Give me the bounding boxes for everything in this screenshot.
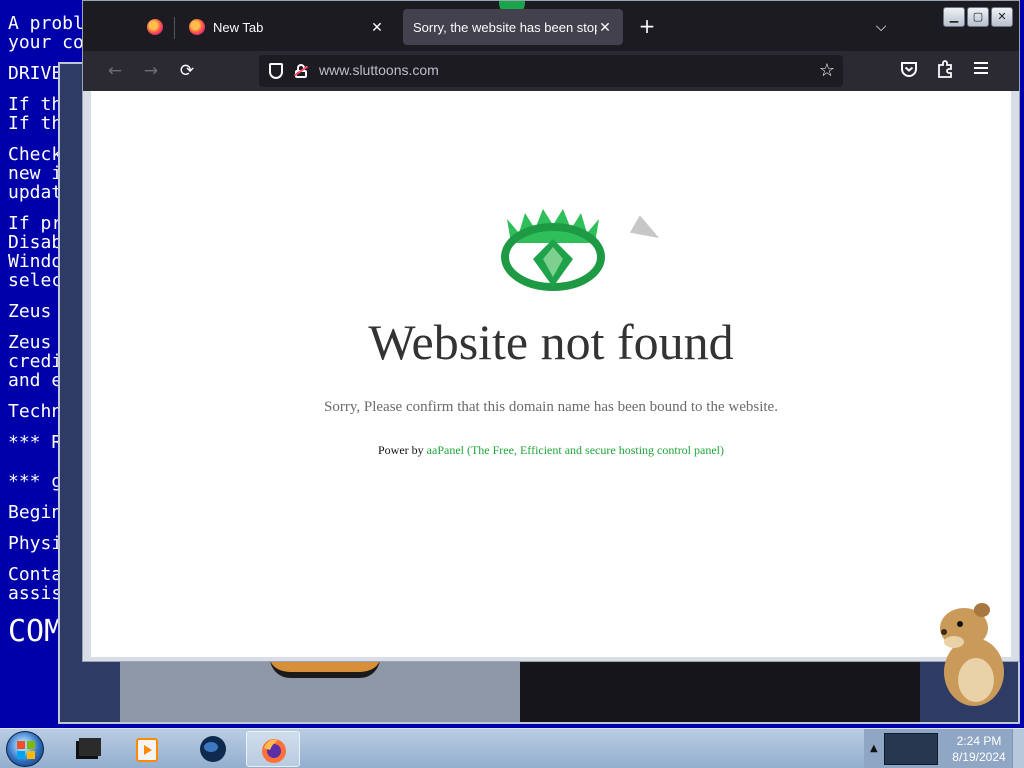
taskbar-app-media-player[interactable] — [120, 731, 174, 767]
tab-separator — [174, 17, 175, 39]
menu-icon[interactable] — [969, 59, 993, 83]
globe-icon — [200, 736, 226, 762]
tab-title: New Tab — [213, 19, 264, 35]
taskbar-app-terminal[interactable] — [60, 731, 114, 767]
new-tab-button[interactable]: + — [635, 15, 659, 39]
page-title: Website not found — [368, 314, 734, 370]
reload-button[interactable]: ⟳ — [175, 59, 199, 83]
tab-close-icon[interactable]: ✕ — [597, 19, 613, 36]
minimize-button[interactable]: ▁ — [943, 7, 965, 27]
show-desktop-button[interactable] — [1012, 729, 1024, 768]
forward-button[interactable]: → — [139, 59, 163, 83]
back-button[interactable]: ← — [103, 59, 127, 83]
firefox-window[interactable]: New Tab ✕ Sorry, the website has been st… — [82, 0, 1020, 662]
taskbar-app-globe[interactable] — [186, 731, 240, 767]
show-hidden-icons-icon[interactable]: ▲ — [870, 743, 878, 754]
nav-toolbar: ← → ⟳ www.sluttoons.com ☆ — [83, 51, 1019, 91]
mouse-cursor-icon — [629, 215, 665, 247]
extensions-icon[interactable] — [933, 59, 957, 83]
tab-close-icon[interactable]: ✕ — [369, 19, 385, 36]
close-window-button[interactable]: ✕ — [991, 7, 1013, 27]
tab-title: Sorry, the website has been stopped — [413, 19, 597, 35]
clock[interactable]: 2:24 PM 8/19/2024 — [944, 733, 1014, 765]
maximize-button[interactable]: ▢ — [967, 7, 989, 27]
clock-date: 8/19/2024 — [952, 750, 1006, 764]
pocket-icon[interactable] — [897, 59, 921, 83]
page-content: Website not found Sorry, Please confirm … — [91, 91, 1011, 657]
bookmark-star-icon[interactable]: ☆ — [819, 60, 835, 81]
list-all-tabs-button[interactable]: ⌵ — [869, 15, 893, 39]
background-window-panel-dark — [520, 658, 920, 722]
tab-active[interactable]: Sorry, the website has been stopped ✕ — [403, 9, 623, 45]
url-bar[interactable]: www.sluttoons.com ☆ — [259, 55, 843, 87]
background-window-panel — [120, 658, 520, 722]
powered-by-text: Power by aaPanel (The Free, Efficient an… — [91, 443, 1011, 458]
taskbar-app-firefox[interactable] — [246, 731, 300, 767]
tracking-protection-shield-icon[interactable] — [269, 63, 283, 79]
firefox-favicon-icon — [147, 19, 163, 35]
aapanel-logo-icon — [501, 209, 605, 291]
system-tray: ▲ 2:24 PM 8/19/2024 — [864, 729, 1024, 768]
taskbar: ▲ 2:24 PM 8/19/2024 — [0, 728, 1024, 768]
start-button[interactable] — [6, 731, 44, 767]
tab-pinned[interactable] — [137, 9, 173, 45]
tab-strip[interactable]: New Tab ✕ Sorry, the website has been st… — [83, 1, 1019, 51]
url-text[interactable]: www.sluttoons.com — [319, 62, 439, 78]
firefox-favicon-icon — [189, 19, 205, 35]
insecure-lock-icon[interactable] — [293, 64, 309, 78]
media-player-icon — [136, 738, 158, 762]
firefox-icon — [262, 739, 286, 763]
terminal-icon — [76, 738, 101, 759]
windows-logo-icon — [17, 741, 35, 759]
powered-by-prefix: Power by — [378, 443, 424, 457]
error-message: Sorry, Please confirm that this domain n… — [324, 399, 778, 415]
clock-time: 2:24 PM — [956, 734, 1002, 748]
aapanel-link[interactable]: aaPanel (The Free, Efficient and secure … — [427, 443, 724, 457]
vm-monitor-icon[interactable] — [884, 733, 938, 765]
hamster-desktop-pet-image[interactable] — [930, 600, 1010, 710]
tab-new-tab[interactable]: New Tab ✕ — [179, 9, 395, 45]
